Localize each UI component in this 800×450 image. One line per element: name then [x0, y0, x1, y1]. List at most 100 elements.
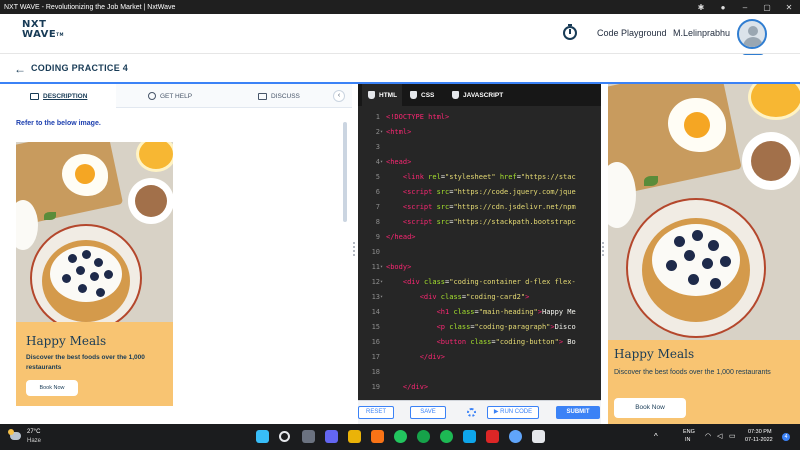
- code-text: <div class="coding-card2">: [419, 293, 530, 301]
- code-line[interactable]: 13 ▾ <div class="coding-card2">: [358, 290, 601, 305]
- code-line[interactable]: 7 <script src="https://cdn.jsdelivr.net/…: [358, 200, 601, 215]
- code-line[interactable]: 19 </div>: [358, 380, 601, 395]
- line-number: 19: [371, 383, 380, 391]
- mcafee-icon[interactable]: [486, 430, 499, 443]
- wifi-icon[interactable]: ◠: [705, 432, 711, 440]
- chrome-icon[interactable]: [394, 430, 407, 443]
- spotify-icon[interactable]: [440, 430, 453, 443]
- close-icon[interactable]: ✕: [778, 3, 800, 12]
- code-line[interactable]: 1 <!DOCTYPE html>: [358, 110, 601, 125]
- left-splitter-handle[interactable]: [353, 240, 356, 260]
- code-editor: HTML CSS JAVASCRIPT 1 <!DOCTYPE html> 2 ▾ <h…: [358, 84, 601, 400]
- line-number: 12: [371, 278, 380, 286]
- code-line[interactable]: 11 ▾ <body>: [358, 260, 601, 275]
- right-splitter-handle[interactable]: [602, 240, 605, 260]
- code-line[interactable]: 14 <h1 class="main-heading">Happy Me: [358, 305, 601, 320]
- egg-yolk: [75, 164, 95, 184]
- tab-get-help[interactable]: GET HELP: [148, 84, 218, 108]
- code-line[interactable]: 4 ▾ <head>: [358, 155, 601, 170]
- tray-chevron-icon[interactable]: ^: [654, 432, 658, 441]
- username[interactable]: M.Lelinprabhu: [673, 28, 730, 38]
- blueberry: [68, 254, 77, 263]
- avatar[interactable]: [737, 19, 767, 49]
- brave-browser-icon[interactable]: [371, 430, 384, 443]
- code-line[interactable]: 10: [358, 245, 601, 260]
- back-arrow-icon[interactable]: ←: [14, 62, 26, 76]
- code-line[interactable]: 6 <script src="https://code.jquery.com/j…: [358, 185, 601, 200]
- maximize-icon[interactable]: ▢: [756, 3, 778, 12]
- chat-app-icon[interactable]: [325, 430, 338, 443]
- refer-text: Refer to the below image.: [16, 120, 101, 127]
- code-playground-link[interactable]: Code Playground: [597, 28, 667, 38]
- avatar-head: [748, 26, 758, 36]
- code-line[interactable]: 8 <script src="https://stackpath.bootstr…: [358, 215, 601, 230]
- code-line[interactable]: 17 </div>: [358, 350, 601, 365]
- code-line[interactable]: 2 ▾ <html>: [358, 125, 601, 140]
- minimize-icon[interactable]: –: [734, 3, 756, 12]
- code-text: </div>: [419, 353, 446, 361]
- store-icon[interactable]: [463, 430, 476, 443]
- search-icon[interactable]: [279, 431, 290, 442]
- code-line[interactable]: 15 <p class="coding-paragraph">Disco: [358, 320, 601, 335]
- code-line[interactable]: 5 <link rel="stylesheet" href="https://s…: [358, 170, 601, 185]
- description-scrollbar[interactable]: [343, 122, 347, 222]
- tab-css[interactable]: CSS: [410, 84, 446, 106]
- line-number: 5: [375, 173, 380, 181]
- save-button[interactable]: SAVE: [410, 406, 446, 419]
- code-line[interactable]: 9 </head>: [358, 230, 601, 245]
- tab-javascript[interactable]: JAVASCRIPT: [452, 84, 512, 106]
- tab-discuss-label: DISCUSS: [271, 92, 300, 100]
- line-number: 18: [371, 368, 380, 376]
- task-view-icon[interactable]: [302, 430, 315, 443]
- blueberry: [674, 236, 685, 247]
- tab-description[interactable]: DESCRIPTION: [0, 84, 116, 108]
- profile-icon[interactable]: ●: [712, 3, 734, 12]
- leaf: [44, 212, 56, 220]
- code-line[interactable]: 12 ▾ <div class="coding-container d-flex …: [358, 275, 601, 290]
- code-line[interactable]: 18: [358, 365, 601, 380]
- code-text: <head>: [386, 158, 412, 166]
- active-app-icon[interactable]: [532, 430, 545, 443]
- line-number: 1: [375, 113, 380, 121]
- line-number: 7: [375, 203, 380, 211]
- blueberry: [82, 250, 91, 259]
- line-number: 8: [375, 218, 380, 226]
- book-now-button[interactable]: Book Now: [614, 398, 686, 418]
- practice-title-row: ← CODING PRACTICE 4: [0, 55, 800, 83]
- nxtwave-logo[interactable]: NXT WAVETM: [22, 20, 66, 48]
- code-line[interactable]: 3: [358, 140, 601, 155]
- leaf: [644, 176, 658, 186]
- windows-start-icon[interactable]: [256, 430, 269, 443]
- code-area[interactable]: 1 <!DOCTYPE html> 2 ▾ <html> 3 4 ▾ <head> 5 <link…: [358, 106, 601, 400]
- submit-button[interactable]: SUBMIT: [556, 406, 600, 419]
- coffee: [751, 141, 791, 181]
- weather-temperature[interactable]: 27°C: [27, 429, 40, 435]
- extensions-icon[interactable]: ✱: [690, 3, 712, 12]
- clock-date[interactable]: 07-11-2022: [745, 437, 773, 443]
- battery-icon[interactable]: ▭: [729, 432, 736, 440]
- volume-icon[interactable]: ◁: [717, 432, 722, 440]
- code-line[interactable]: 16 <button class="coding-button"> Bo: [358, 335, 601, 350]
- blueberry: [90, 272, 99, 281]
- file-explorer-icon[interactable]: [348, 430, 361, 443]
- weather-description[interactable]: Haze: [27, 438, 41, 444]
- book-now-button[interactable]: Book Now: [26, 380, 78, 396]
- reset-button[interactable]: RESET: [358, 406, 394, 419]
- code-text: <html>: [386, 128, 412, 136]
- notification-badge[interactable]: 4: [782, 433, 790, 441]
- language-code[interactable]: ENG: [683, 429, 695, 435]
- code-text: <div class="coding-container d-flex flex…: [402, 278, 576, 286]
- browser-icon[interactable]: [509, 430, 522, 443]
- tab-discuss[interactable]: DISCUSS: [258, 84, 318, 108]
- line-number: 11: [371, 263, 380, 271]
- tab-html[interactable]: HTML: [362, 84, 402, 106]
- run-code-button[interactable]: ▶ RUN CODE: [487, 406, 539, 419]
- language-region[interactable]: IN: [685, 437, 691, 443]
- collapse-pane-button[interactable]: ‹: [333, 90, 345, 102]
- clock-time[interactable]: 07:30 PM: [748, 429, 772, 435]
- gear-icon[interactable]: [467, 408, 476, 417]
- torrent-icon[interactable]: [417, 430, 430, 443]
- weather-icon[interactable]: [8, 429, 21, 440]
- timer-icon[interactable]: [563, 24, 577, 40]
- line-number: 9: [375, 233, 380, 241]
